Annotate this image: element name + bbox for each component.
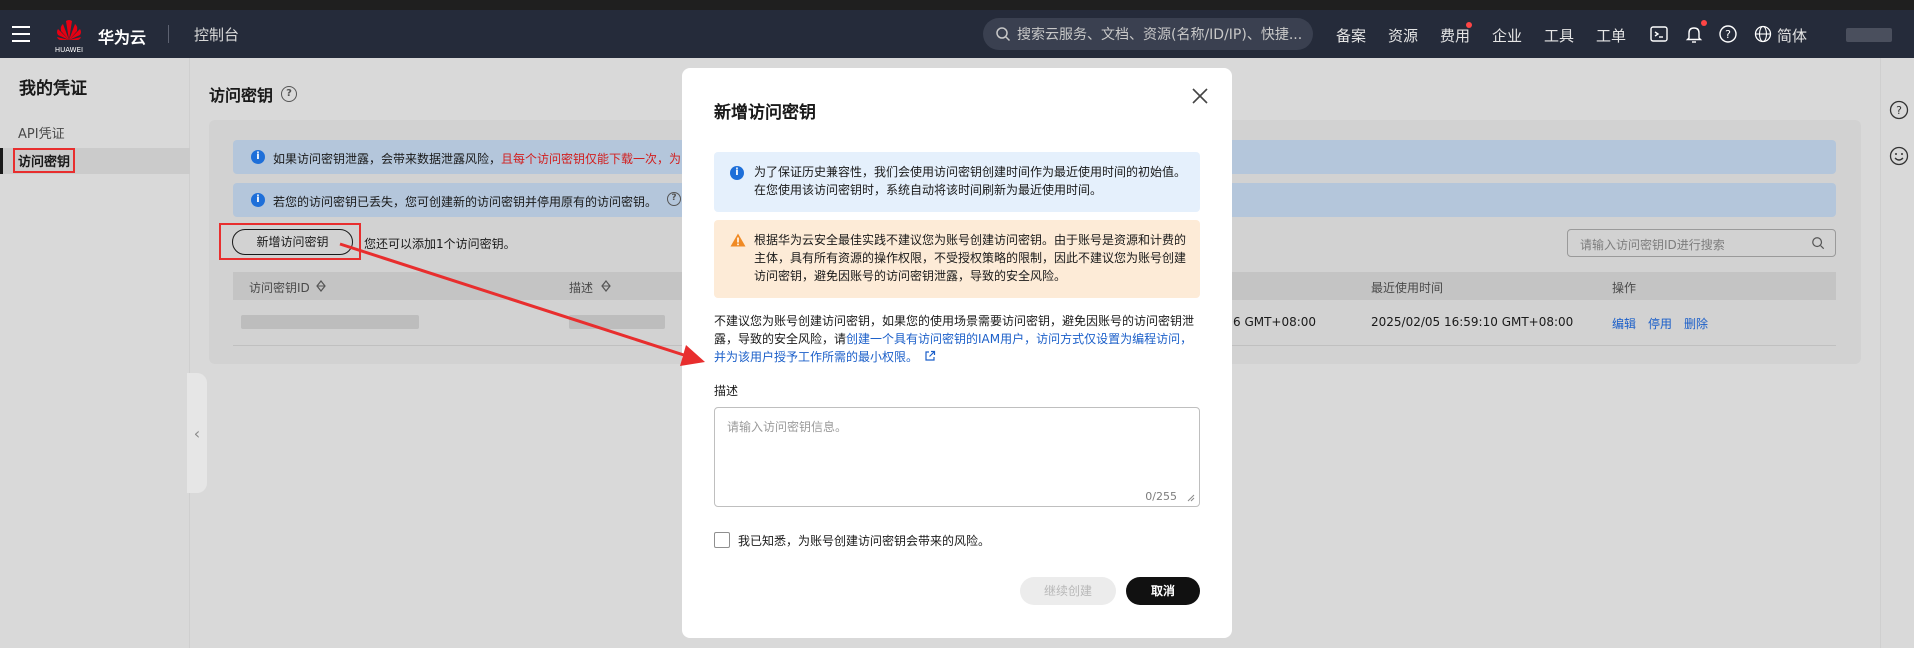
delete-link[interactable]: 删除 [1684, 315, 1708, 332]
console-link[interactable]: 控制台 [194, 24, 239, 45]
sort-icon[interactable] [315, 280, 327, 292]
chevron-left-icon: ‹ [193, 423, 201, 443]
external-link-icon[interactable] [924, 350, 936, 362]
help-icon[interactable]: ? [1889, 100, 1909, 120]
user-avatar[interactable] [1846, 28, 1892, 42]
logo-text: HUAWEI [54, 46, 84, 54]
column-header-id[interactable]: 访问密钥ID [249, 279, 310, 296]
redacted-key-id [241, 315, 419, 329]
header-divider [168, 25, 169, 43]
info-icon: i [730, 166, 744, 180]
search-icon [996, 27, 1011, 42]
info-icon: i [251, 150, 265, 164]
billing-notification-dot [1466, 22, 1472, 28]
sidebar: 我的凭证 API凭证 访问密钥 [0, 58, 190, 648]
column-header-actions: 操作 [1612, 281, 1637, 295]
nav-resources[interactable]: 资源 [1388, 25, 1418, 46]
sidebar-item-api-credentials[interactable]: API凭证 [18, 123, 65, 142]
acknowledge-label[interactable]: 我已知悉，为账号创建访问密钥会带来的风险。 [738, 532, 990, 549]
alert-leak-text: 如果访问密钥泄露，会带来数据泄露风险， [273, 152, 502, 166]
character-counter: 0/255 [1145, 490, 1177, 503]
bell-icon[interactable] [1683, 23, 1705, 45]
svg-text:?: ? [1725, 28, 1731, 41]
sidebar-item-access-keys[interactable]: 访问密钥 [13, 148, 76, 173]
disable-link[interactable]: 停用 [1648, 315, 1672, 332]
global-search-input[interactable]: 搜索云服务、文档、资源(名称/ID/IP)、快捷... [983, 18, 1313, 50]
language-selector[interactable]: 简体 [1777, 25, 1807, 46]
warning-alert-text: 根据华为云安全最佳实践不建议您为账号创建访问密钥。由于账号是资源和计费的主体，具… [754, 233, 1187, 283]
add-access-key-button[interactable]: 新增访问密钥 [232, 229, 353, 255]
notification-dot [1701, 20, 1707, 26]
resize-grip-icon[interactable] [1187, 494, 1195, 502]
nav-beian[interactable]: 备案 [1336, 25, 1366, 46]
sidebar-title: 我的凭证 [19, 79, 87, 99]
nav-tickets[interactable]: 工单 [1596, 25, 1626, 46]
edit-link[interactable]: 编辑 [1612, 315, 1636, 332]
access-key-search-input[interactable]: 请输入访问密钥ID进行搜索 [1567, 229, 1836, 257]
column-header-description[interactable]: 描述 [569, 279, 593, 296]
top-nav-bar: HUAWEI 华为云 控制台 搜索云服务、文档、资源(名称/ID/IP)、快捷.… [0, 10, 1914, 58]
last-used-cell: 2025/02/05 16:59:10 GMT+08:00 [1371, 315, 1574, 329]
cancel-button[interactable]: 取消 [1126, 577, 1200, 605]
help-icon[interactable]: ? [1717, 23, 1739, 45]
alert-leak-red-text: 且每个访问密钥仅能下载一次，为 [501, 152, 682, 166]
remaining-keys-hint: 您还可以添加1个访问密钥。 [364, 237, 516, 251]
page-title: 访问密钥 [209, 86, 274, 105]
sort-icon[interactable] [600, 280, 612, 292]
nav-enterprise[interactable]: 企业 [1492, 25, 1522, 46]
alert-text-wrap: 如果访问密钥泄露，会带来数据泄露风险，且每个访问密钥仅能下载一次，为 [273, 150, 681, 167]
description-label: 描述 [714, 384, 739, 398]
window-top-strip [0, 0, 1914, 10]
info-alert-text: 为了保证历史兼容性，我们会使用访问密钥创建时间作为最近使用时间的初始值。在您使用… [754, 165, 1187, 197]
continue-create-button[interactable]: 继续创建 [1020, 577, 1116, 605]
alert-lost-text: 若您的访问密钥已丢失，您可创建新的访问密钥并停用原有的访问密钥。 [273, 195, 658, 209]
globe-icon[interactable] [1752, 23, 1774, 45]
brand-name[interactable]: 华为云 [98, 24, 146, 48]
close-icon[interactable] [1188, 84, 1212, 108]
info-icon: i [251, 193, 265, 207]
column-header-last-used[interactable]: 最近使用时间 [1371, 279, 1443, 296]
search-placeholder: 搜索云服务、文档、资源(名称/ID/IP)、快捷... [1017, 27, 1303, 43]
sidebar-collapse-button[interactable]: ‹ [187, 373, 207, 493]
info-alert: i 为了保证历史兼容性，我们会使用访问密钥创建时间作为最近使用时间的初始值。在您… [714, 152, 1200, 212]
menu-icon[interactable] [12, 24, 30, 44]
redacted-description [569, 315, 665, 329]
help-icon[interactable]: ? [667, 192, 681, 206]
nav-billing[interactable]: 费用 [1440, 25, 1470, 46]
search-icon[interactable] [1811, 236, 1825, 250]
right-rail: ? [1880, 58, 1914, 648]
description-placeholder: 请输入访问密钥信息。 [727, 420, 848, 434]
search-placeholder: 请输入访问密钥ID进行搜索 [1580, 238, 1725, 252]
created-time-cell: 6 GMT+08:00 [1233, 315, 1317, 329]
sidebar-active-indicator [0, 148, 3, 174]
warning-icon [730, 233, 746, 247]
warning-alert: 根据华为云安全最佳实践不建议您为账号创建访问密钥。由于账号是资源和计费的主体，具… [714, 220, 1200, 298]
description-textarea[interactable]: 请输入访问密钥信息。 0/255 [714, 407, 1200, 507]
nav-tools[interactable]: 工具 [1544, 25, 1574, 46]
feedback-smile-icon[interactable] [1889, 146, 1909, 166]
acknowledge-checkbox[interactable] [714, 532, 730, 548]
help-icon[interactable]: ? [281, 86, 297, 102]
recommendation-paragraph: 不建议您为账号创建访问密钥，如果您的使用场景需要访问密钥，避免因账号的访问密钥泄… [714, 312, 1204, 366]
dialog-title: 新增访问密钥 [714, 103, 816, 123]
add-access-key-dialog: 新增访问密钥 i 为了保证历史兼容性，我们会使用访问密钥创建时间作为最近使用时间… [682, 68, 1232, 638]
terminal-icon[interactable] [1648, 23, 1670, 45]
svg-text:?: ? [1896, 104, 1902, 117]
